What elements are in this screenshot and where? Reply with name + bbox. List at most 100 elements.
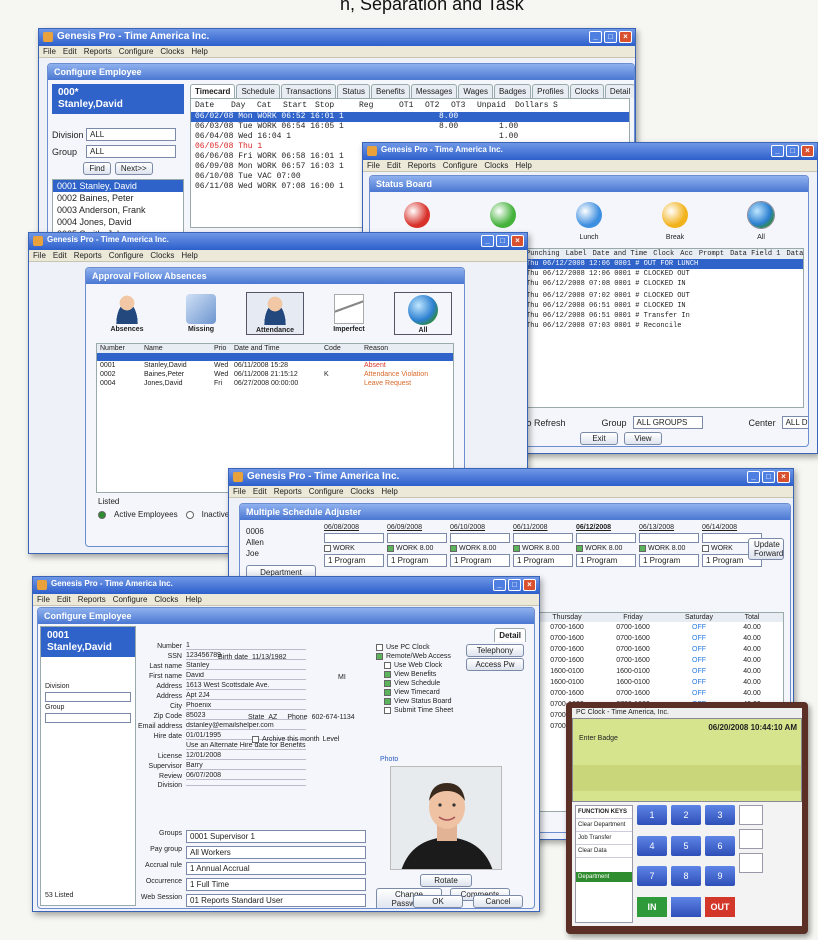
detail-select[interactable]: 01 Reports Standard User — [186, 894, 366, 907]
menu-item-help[interactable]: Help — [185, 595, 201, 604]
menu-item-reports[interactable]: Reports — [274, 487, 302, 496]
minimize-button[interactable]: _ — [747, 471, 760, 483]
program-select[interactable]: 1 Program — [387, 554, 447, 567]
menu-item-configure[interactable]: Configure — [113, 595, 148, 604]
close-button[interactable]: × — [511, 235, 524, 247]
work-checkbox[interactable] — [639, 545, 646, 552]
keypad-key-6[interactable]: 6 — [705, 835, 735, 856]
timecard-row[interactable]: 06/04/08 Wed 16:04 1 1.00 — [191, 132, 629, 142]
status-row[interactable]: Thu 06/12/2008 06:51 0001 # Transfer In — [523, 311, 803, 321]
group-select[interactable]: ALL — [86, 145, 176, 158]
clock-side-key[interactable] — [739, 829, 763, 849]
group-select[interactable] — [45, 713, 131, 723]
menu-item-file[interactable]: File — [367, 161, 380, 170]
menu-item-edit[interactable]: Edit — [57, 595, 71, 604]
menu-item-configure[interactable]: Configure — [119, 47, 154, 56]
menu-item-edit[interactable]: Edit — [253, 487, 267, 496]
tab-messages[interactable]: Messages — [410, 84, 458, 98]
menu-item-clocks[interactable]: Clocks — [154, 595, 178, 604]
clock-side-key[interactable] — [739, 853, 763, 873]
employee-list-item[interactable]: 0001 Stanley, David — [53, 180, 183, 192]
tab-detail[interactable]: Detail — [604, 84, 634, 98]
division-select[interactable]: ALL — [86, 128, 176, 141]
program-select[interactable]: 1 Program — [576, 554, 636, 567]
menu-item-reports[interactable]: Reports — [84, 47, 112, 56]
program-select[interactable]: 1 Program — [513, 554, 573, 567]
schedule-shift-select[interactable] — [513, 533, 573, 543]
schedule-shift-select[interactable] — [387, 533, 447, 543]
archive-checkbox[interactable] — [252, 736, 259, 743]
access-option-checkbox[interactable] — [384, 662, 391, 669]
detail-field-value[interactable] — [186, 785, 306, 786]
tab-badges[interactable]: Badges — [493, 84, 532, 98]
menu-item-help[interactable]: Help — [181, 251, 197, 260]
schedule-work-check[interactable]: WORK 8.00 — [387, 545, 447, 552]
access-pw-button[interactable]: Access Pw — [466, 658, 524, 671]
status-row[interactable]: Thu 06/12/2008 06:51 0001 # CLOCKED IN — [523, 301, 803, 311]
access-option-checkbox[interactable] — [376, 644, 383, 651]
rotate-button[interactable]: Rotate — [420, 874, 472, 887]
cancel-button[interactable]: Cancel — [473, 895, 523, 908]
keypad-key-4[interactable]: 4 — [637, 835, 667, 856]
maximize-button[interactable]: □ — [786, 145, 799, 157]
absence-filter-attendance[interactable]: Attendance — [246, 292, 304, 335]
access-option[interactable]: View Status Board — [384, 698, 526, 705]
minimize-button[interactable]: _ — [493, 579, 506, 591]
schedule-grid-row[interactable]: 0700-1600 0700-1600 OFF 40.00 — [531, 688, 783, 699]
employee-list-item[interactable]: 0003 Anderson, Frank — [53, 204, 183, 216]
detail-select[interactable]: 0001 Supervisor 1 — [186, 830, 366, 843]
detail-select[interactable]: All Workers — [186, 846, 366, 859]
detail-field-value[interactable]: dstanley@emailshelper.com — [186, 722, 306, 730]
function-key[interactable]: Job Transfer — [576, 832, 632, 845]
update-forward-button[interactable]: Update Forward — [748, 538, 784, 560]
function-key[interactable]: Clear Data — [576, 845, 632, 858]
detail-field-value[interactable]: 12/01/2008 — [186, 752, 306, 760]
detail-select[interactable]: 1 Annual Accrual — [186, 862, 366, 875]
access-option-checkbox[interactable] — [376, 653, 383, 660]
menu-item-file[interactable]: File — [33, 251, 46, 260]
exit-button[interactable]: Exit — [580, 432, 618, 445]
access-option-checkbox[interactable] — [384, 707, 391, 714]
access-option[interactable]: View Timecard — [384, 689, 526, 696]
department-key[interactable]: Department — [576, 872, 632, 882]
status-row[interactable]: Thu 06/12/2008 12:06 0001 # CLOCKED OUT — [523, 269, 803, 279]
status-filter-lunch[interactable]: Lunch — [564, 202, 614, 241]
schedule-grid-row[interactable]: 0700-1600 0700-1600 OFF 40.00 — [531, 622, 783, 633]
work-checkbox[interactable] — [387, 545, 394, 552]
close-button[interactable]: × — [523, 579, 536, 591]
minimize-button[interactable]: _ — [589, 31, 602, 43]
access-option-checkbox[interactable] — [384, 698, 391, 705]
work-checkbox[interactable] — [702, 545, 709, 552]
employee-list-item[interactable]: 0002 Baines, Peter — [53, 192, 183, 204]
status-row[interactable]: Thu 06/12/2008 07:08 0001 # CLOCKED IN — [523, 279, 803, 289]
minimize-button[interactable]: _ — [771, 145, 784, 157]
schedule-grid-row[interactable]: 0700-1600 0700-1600 OFF 40.00 — [531, 633, 783, 644]
menu-item-reports[interactable]: Reports — [408, 161, 436, 170]
detail-select[interactable]: 1 Full Time — [186, 878, 366, 891]
keypad-key-5[interactable]: 5 — [671, 835, 701, 856]
status-row[interactable]: Thu 06/12/2008 07:02 0001 # CLOCKED OUT — [523, 291, 803, 301]
menu-item-file[interactable]: File — [37, 595, 50, 604]
close-button[interactable]: × — [619, 31, 632, 43]
schedule-shift-select[interactable] — [324, 533, 384, 543]
schedule-work-check[interactable]: WORK 8.00 — [450, 545, 510, 552]
function-key[interactable]: Clear Department — [576, 819, 632, 832]
keypad-key-8[interactable]: 8 — [671, 866, 701, 886]
schedule-work-check[interactable]: WORK 8.00 — [513, 545, 573, 552]
close-button[interactable]: × — [777, 471, 790, 483]
tab-benefits[interactable]: Benefits — [370, 84, 410, 98]
ok-button[interactable]: OK — [413, 895, 463, 908]
close-button[interactable]: × — [801, 145, 814, 157]
menu-item-reports[interactable]: Reports — [74, 251, 102, 260]
schedule-grid-row[interactable]: 1600-0100 1600-0100 OFF 40.00 — [531, 677, 783, 688]
keypad-key-7[interactable]: 7 — [637, 866, 667, 886]
schedule-grid-row[interactable]: 1600-0100 1600-0100 OFF 40.00 — [531, 666, 783, 677]
access-option[interactable]: View Benefits — [384, 671, 526, 678]
tab-wages[interactable]: Wages — [458, 84, 493, 98]
tab-transactions[interactable]: Transactions — [280, 84, 337, 98]
access-option[interactable]: Submit Time Sheet — [384, 707, 526, 714]
group-select[interactable]: ALL GROUPS — [632, 416, 703, 429]
clock-out-button[interactable]: OUT — [705, 896, 735, 917]
menu-item-configure[interactable]: Configure — [309, 487, 344, 496]
absence-row[interactable]: 0001 Stanley,David Wed 06/11/2008 15:28 Abse… — [97, 361, 453, 370]
